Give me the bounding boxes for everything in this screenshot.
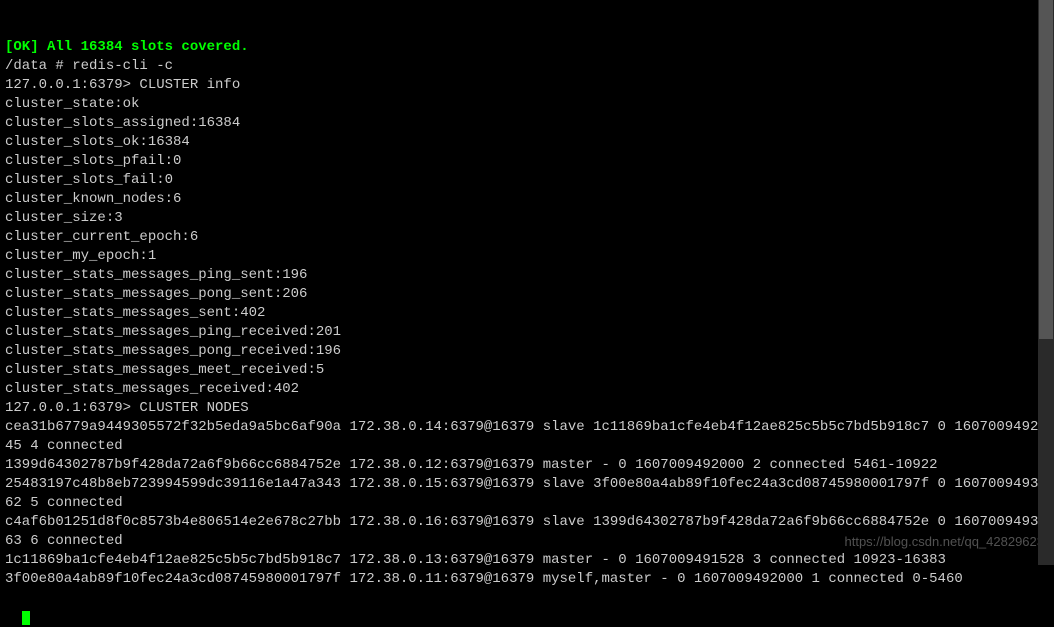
cursor-icon bbox=[22, 611, 30, 625]
terminal-line: 127.0.0.1:6379> CLUSTER NODES bbox=[5, 399, 1049, 418]
terminal-line: cluster_stats_messages_pong_received:196 bbox=[5, 342, 1049, 361]
terminal-line: 127.0.0.1:6379> CLUSTER info bbox=[5, 76, 1049, 95]
terminal-line: cluster_my_epoch:1 bbox=[5, 247, 1049, 266]
scrollbar[interactable] bbox=[1038, 0, 1054, 565]
terminal-line: cluster_stats_messages_received:402 bbox=[5, 380, 1049, 399]
terminal-line: cluster_slots_assigned:16384 bbox=[5, 114, 1049, 133]
terminal-line: cluster_slots_ok:16384 bbox=[5, 133, 1049, 152]
terminal-line: cluster_stats_messages_meet_received:5 bbox=[5, 361, 1049, 380]
terminal-line: cluster_state:ok bbox=[5, 95, 1049, 114]
terminal-line: cea31b6779a9449305572f32b5eda9a5bc6af90a… bbox=[5, 418, 1049, 456]
watermark-text: https://blog.csdn.net/qq_42829623 bbox=[845, 532, 1045, 551]
terminal-line: cluster_size:3 bbox=[5, 209, 1049, 228]
terminal-line: [OK] All 16384 slots covered. bbox=[5, 38, 1049, 57]
terminal-line: cluster_stats_messages_ping_received:201 bbox=[5, 323, 1049, 342]
terminal-line: cluster_stats_messages_sent:402 bbox=[5, 304, 1049, 323]
terminal-line: 1c11869ba1cfe4eb4f12ae825c5b5c7bd5b918c7… bbox=[5, 551, 1049, 570]
terminal-line: cluster_current_epoch:6 bbox=[5, 228, 1049, 247]
terminal-line: cluster_known_nodes:6 bbox=[5, 190, 1049, 209]
terminal-line: cluster_slots_fail:0 bbox=[5, 171, 1049, 190]
terminal-line: 1399d64302787b9f428da72a6f9b66cc6884752e… bbox=[5, 456, 1049, 475]
scrollbar-thumb[interactable] bbox=[1039, 0, 1053, 339]
terminal-line: 3f00e80a4ab89f10fec24a3cd08745980001797f… bbox=[5, 570, 1049, 589]
terminal-line: 25483197c48b8eb723994599dc39116e1a47a343… bbox=[5, 475, 1049, 513]
terminal-line: cluster_stats_messages_pong_sent:206 bbox=[5, 285, 1049, 304]
terminal-line: /data # redis-cli -c bbox=[5, 57, 1049, 76]
terminal-line: cluster_slots_pfail:0 bbox=[5, 152, 1049, 171]
terminal-line: cluster_stats_messages_ping_sent:196 bbox=[5, 266, 1049, 285]
